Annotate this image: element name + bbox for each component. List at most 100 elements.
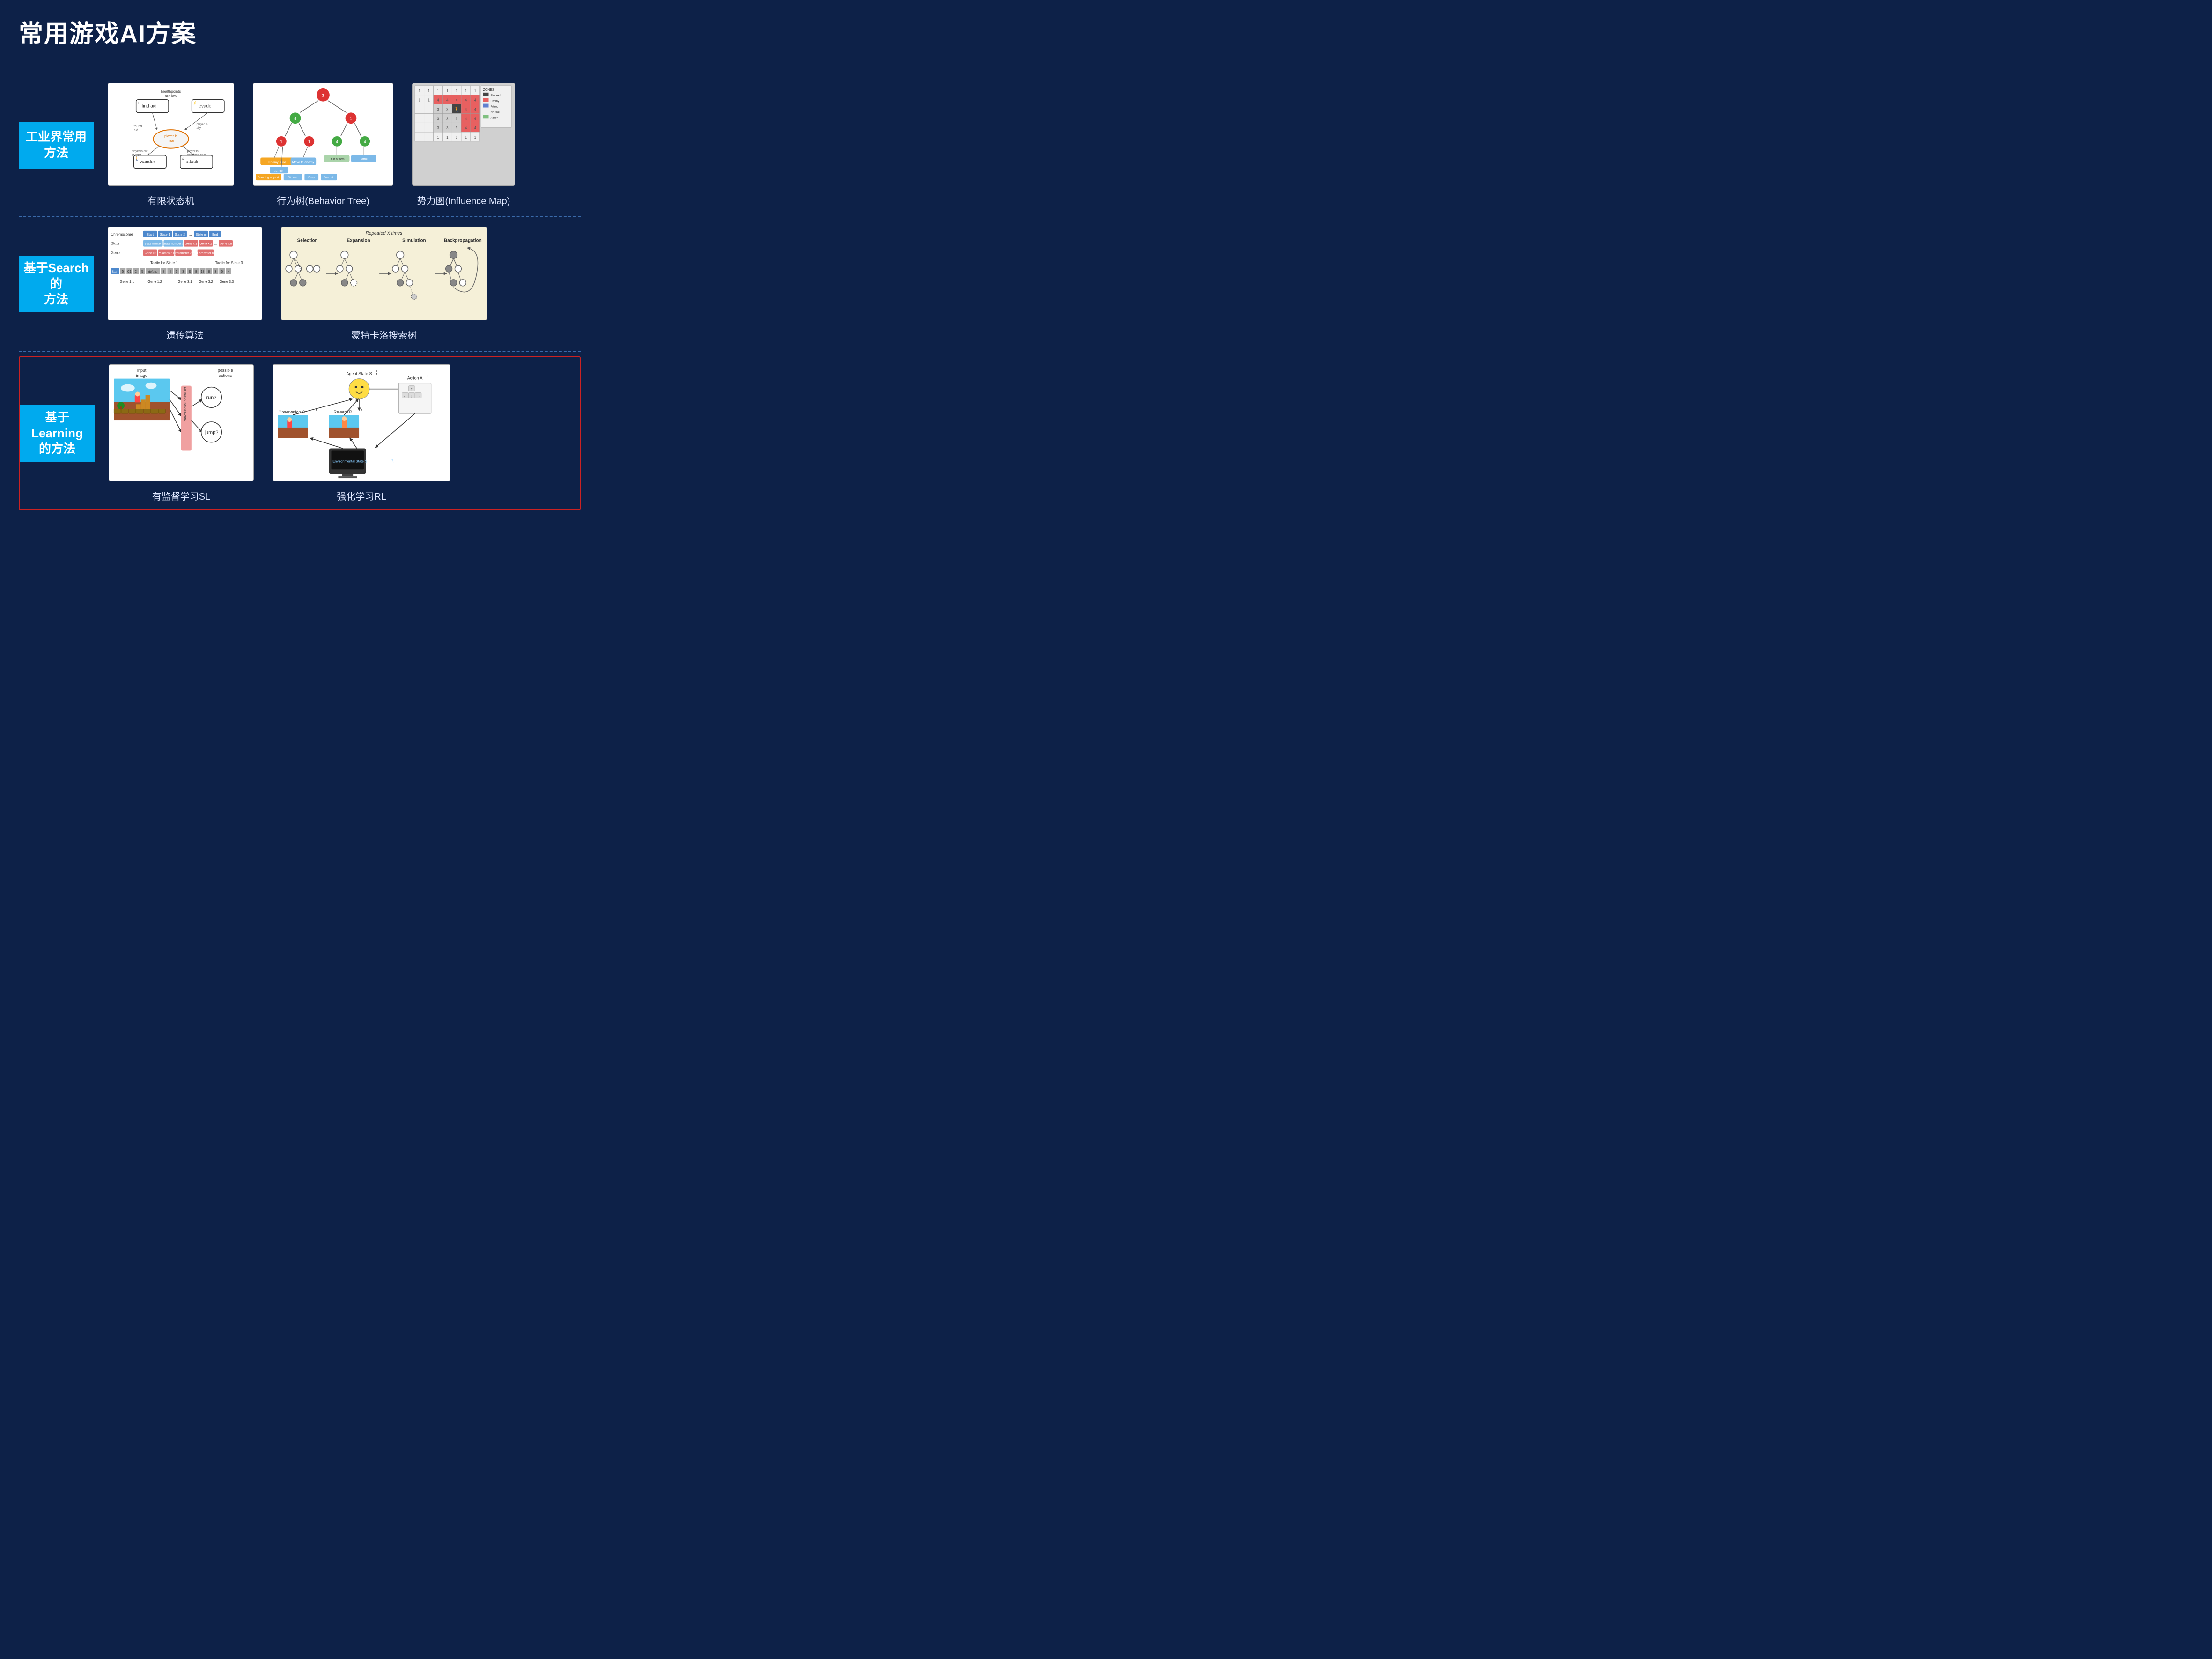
- diagram-sl: input image possible actions: [109, 364, 254, 481]
- svg-text:1: 1: [428, 89, 430, 93]
- svg-text:Backpropagation: Backpropagation: [444, 238, 482, 243]
- svg-text:5: 5: [141, 270, 143, 273]
- svg-text:Gene 1:2: Gene 1:2: [147, 280, 162, 284]
- svg-text:1: 1: [280, 140, 282, 144]
- svg-text:1: 1: [474, 89, 477, 93]
- svg-text:Gene x.n: Gene x.n: [220, 243, 232, 246]
- svg-text:Agent State S: Agent State S: [347, 371, 372, 376]
- svg-text:4: 4: [446, 98, 449, 103]
- svg-text:run?: run?: [206, 395, 217, 400]
- svg-text:3: 3: [437, 126, 439, 130]
- svg-text:Tactic for State 1: Tactic for State 1: [150, 261, 178, 265]
- svg-text:1: 1: [456, 89, 458, 93]
- svg-text:Simulation: Simulation: [402, 238, 426, 243]
- svg-text:convolutional neural net: convolutional neural net: [184, 387, 187, 421]
- diagram-rl: Agent State S a t: [273, 364, 450, 481]
- card-ga: Chromosome Start State 1 State 2 ... Sta…: [108, 227, 262, 341]
- svg-text:Enemy near: Enemy near: [268, 161, 286, 164]
- svg-text:State marker: State marker: [144, 243, 162, 246]
- svg-text:Gene ID: Gene ID: [145, 251, 156, 255]
- svg-text:Start: Start: [147, 233, 154, 236]
- svg-text:4: 4: [474, 98, 477, 103]
- svg-text:1: 1: [419, 89, 421, 93]
- svg-text:⚡: ⚡: [193, 101, 198, 105]
- svg-text:Environmental State S: Environmental State S: [332, 459, 367, 463]
- svg-text:2: 2: [135, 270, 137, 273]
- svg-text:player is out: player is out: [132, 150, 148, 153]
- svg-text:wander: wander: [140, 159, 155, 164]
- svg-text:State 1: State 1: [160, 233, 170, 236]
- svg-text:Chromosome: Chromosome: [111, 232, 133, 236]
- card-mcts: Repeated X times Selection Expansion Sim…: [281, 227, 487, 341]
- row-learning: 基于Learning 的方法 input image possible acti…: [19, 356, 581, 510]
- svg-text:4: 4: [169, 270, 171, 273]
- svg-text:t: t: [316, 409, 317, 412]
- svg-text:are low: are low: [165, 94, 177, 98]
- svg-text:4: 4: [474, 117, 477, 121]
- svg-text:healthpoints: healthpoints: [161, 89, 181, 94]
- card-sl: input image possible actions: [109, 364, 254, 502]
- svg-text:4: 4: [474, 126, 477, 130]
- svg-text:Gene 3:3: Gene 3:3: [220, 280, 234, 284]
- svg-text:Friend: Friend: [490, 106, 498, 109]
- svg-text:1: 1: [474, 135, 477, 140]
- svg-text:5: 5: [176, 270, 177, 273]
- svg-text:Parameter 2: Parameter 2: [175, 251, 192, 255]
- svg-text:near: near: [168, 139, 175, 143]
- svg-text:Repeated X times: Repeated X times: [366, 231, 403, 236]
- caption-sl: 有监督学习SL: [152, 489, 210, 502]
- svg-text:1: 1: [446, 135, 449, 140]
- svg-text:4: 4: [456, 98, 458, 103]
- svg-text:4: 4: [465, 117, 467, 121]
- svg-text:E: E: [189, 270, 191, 273]
- svg-text:↓: ↓: [411, 393, 413, 398]
- main-content: 工业界常用方法 healthpoints are low ⚡ evade: [19, 74, 581, 510]
- svg-text:🚶: 🚶: [135, 156, 140, 161]
- label-industry: 工业界常用方法: [19, 122, 94, 169]
- svg-text:actions: actions: [219, 373, 232, 378]
- svg-text:3: 3: [446, 107, 449, 111]
- svg-text:Parameter n: Parameter n: [197, 251, 214, 255]
- svg-text:Action A: Action A: [407, 376, 423, 381]
- svg-text:⚔: ⚔: [181, 157, 184, 161]
- svg-text:4: 4: [465, 126, 467, 130]
- svg-text:1: 1: [465, 89, 467, 93]
- svg-text:attack: attack: [186, 159, 198, 164]
- svg-text:player is: player is: [197, 123, 208, 126]
- svg-text:Gene x.1: Gene x.1: [185, 243, 197, 246]
- svg-text:4: 4: [294, 116, 296, 121]
- svg-text:Selection: Selection: [297, 238, 318, 243]
- diagram-mcts: Repeated X times Selection Expansion Sim…: [281, 227, 487, 320]
- svg-text:Sit down: Sit down: [288, 177, 298, 179]
- caption-fsm: 有限状态机: [147, 193, 194, 207]
- svg-text:1: 1: [322, 93, 324, 98]
- svg-text:3: 3: [446, 117, 449, 121]
- card-fsm: healthpoints are low ⚡ evade + find aid …: [108, 83, 234, 207]
- svg-text:1: 1: [428, 98, 430, 103]
- svg-text:4: 4: [364, 140, 366, 144]
- svg-text:Gene 3:2: Gene 3:2: [199, 280, 213, 284]
- svg-text:18: 18: [201, 270, 205, 273]
- svg-text:Entry: Entry: [308, 177, 315, 179]
- row-search: 基于Search的 方法 Chromosome Start State 1 St…: [19, 217, 581, 352]
- svg-text:Expansion: Expansion: [347, 238, 370, 243]
- svg-text:attacking back: attacking back: [187, 154, 207, 157]
- svg-text:1: 1: [456, 135, 458, 140]
- svg-text:1: 1: [437, 135, 439, 140]
- svg-text:player is: player is: [187, 150, 199, 153]
- svg-text:4: 4: [474, 107, 477, 111]
- diagram-ga: Chromosome Start State 1 State 2 ... Sta…: [108, 227, 262, 320]
- svg-text:←: ←: [403, 393, 407, 398]
- svg-text:ZONES: ZONES: [483, 88, 494, 92]
- svg-text:Enemy: Enemy: [490, 100, 499, 103]
- svg-text:jump?: jump?: [204, 430, 219, 435]
- svg-text:4: 4: [228, 270, 229, 273]
- row-search-content: Chromosome Start State 1 State 2 ... Sta…: [108, 227, 581, 341]
- card-im: ZONES Blocked Enemy Friend Neutral Actio…: [412, 83, 515, 207]
- svg-text:Gene 1:1: Gene 1:1: [120, 280, 134, 284]
- svg-text:Action: Action: [490, 117, 498, 119]
- row-industry-content: healthpoints are low ⚡ evade + find aid …: [108, 83, 581, 207]
- svg-text:Standing in good: Standing in good: [258, 177, 279, 179]
- svg-text:Move to enemy: Move to enemy: [292, 161, 315, 164]
- svg-text:...: ...: [214, 243, 217, 246]
